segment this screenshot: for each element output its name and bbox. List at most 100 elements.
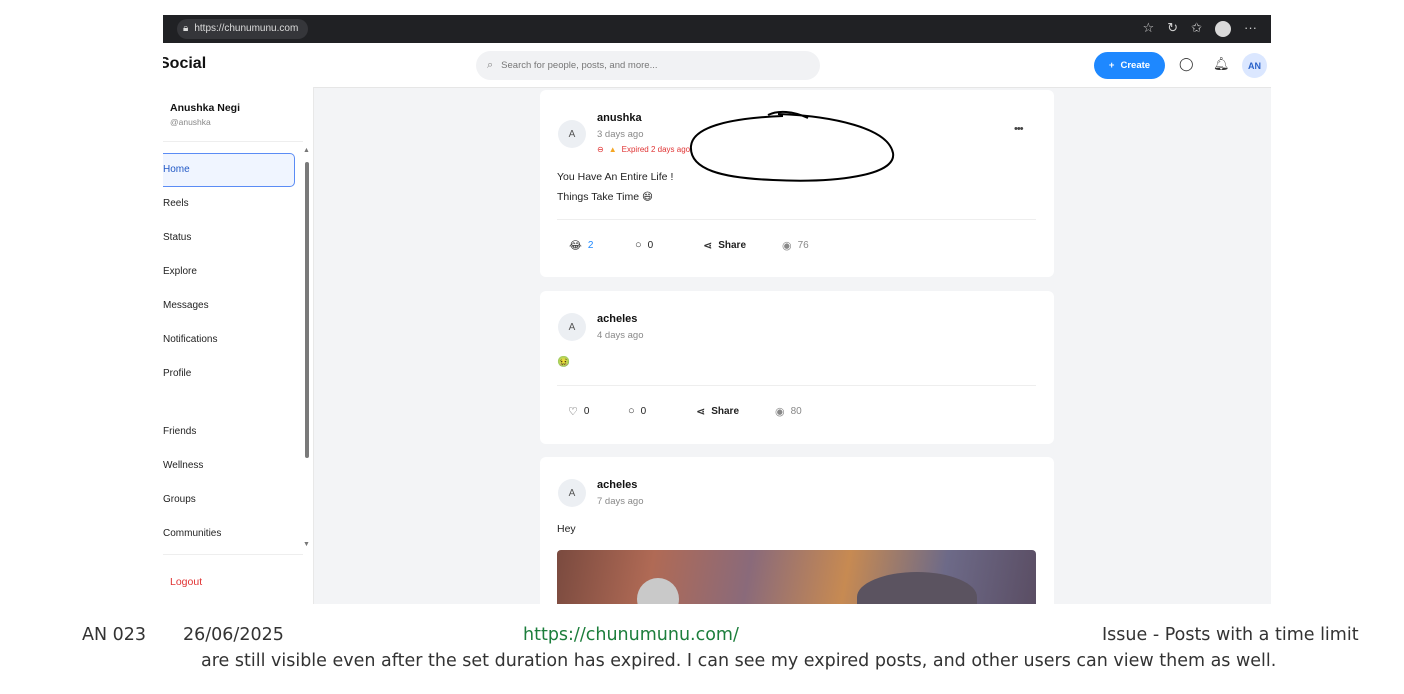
sidebar-item-label: Profile bbox=[163, 368, 192, 379]
reaction-count: 2 bbox=[587, 240, 594, 251]
share-label: Share bbox=[711, 406, 740, 417]
scroll-up-icon[interactable]: ▲ bbox=[303, 147, 310, 154]
post-time: 3 days ago bbox=[597, 129, 644, 140]
view-count: ◉ 76 bbox=[782, 239, 809, 252]
post-author[interactable]: acheles bbox=[597, 313, 637, 325]
post-text: Things Take Time 😄 bbox=[557, 191, 653, 203]
logout-button[interactable]: Logout bbox=[170, 576, 202, 588]
more-options-icon[interactable]: ••• bbox=[1014, 123, 1024, 135]
address-bar[interactable]: 🔒︎ https://chunumunu.com bbox=[177, 19, 309, 39]
post-avatar[interactable]: A bbox=[558, 120, 586, 148]
sidebar-item-friends[interactable]: Friends bbox=[163, 416, 294, 448]
eye-icon: ◉ bbox=[775, 406, 785, 418]
search-input[interactable]: ⌕ Search for people, posts, and more... bbox=[476, 51, 820, 80]
sidebar-item-label: Notifications bbox=[163, 334, 218, 345]
plus-icon: + bbox=[1108, 60, 1115, 71]
search-placeholder: Search for people, posts, and more... bbox=[501, 60, 658, 71]
sidebar-item-explore[interactable]: Explore bbox=[163, 256, 294, 288]
divider bbox=[557, 219, 1036, 220]
comment-icon: ○ bbox=[628, 405, 635, 417]
sidebar-item-status[interactable]: Status bbox=[163, 222, 294, 254]
sidebar-item-communities[interactable]: Communities bbox=[163, 518, 294, 550]
message-icon[interactable]: ◯ bbox=[1179, 56, 1194, 72]
comment-button[interactable]: ○ 0 bbox=[635, 239, 653, 251]
post-avatar[interactable]: A bbox=[558, 313, 586, 341]
sidebar-item-wellness[interactable]: Wellness bbox=[163, 450, 294, 482]
warning-icon: ▲ bbox=[608, 145, 617, 154]
screenshot-frame: 🔒︎ https://chunumunu.com ☆ ↻ ✩ ··· Socia… bbox=[163, 15, 1271, 604]
sidebar-item-messages[interactable]: Messages bbox=[163, 290, 294, 322]
sidebar-item-label: Messages bbox=[163, 300, 209, 311]
share-button[interactable]: ⋖ Share bbox=[696, 405, 739, 418]
issue-date: 26/06/2025 bbox=[183, 625, 284, 645]
comment-button[interactable]: ○ 0 bbox=[628, 405, 646, 417]
post-card: A acheles 7 days ago Hey bbox=[540, 457, 1054, 604]
favorites-icon[interactable]: ✩ bbox=[1191, 20, 1202, 37]
divider bbox=[163, 141, 303, 142]
create-button[interactable]: + Create bbox=[1094, 52, 1165, 79]
sidebar-item-label: Groups bbox=[163, 494, 196, 505]
more-icon[interactable]: ··· bbox=[1244, 20, 1257, 37]
avatar[interactable]: AN bbox=[1242, 53, 1267, 78]
post-card: A acheles 4 days ago 🤢 ♡ 0 ○ 0 ⋖ Share ◉… bbox=[540, 291, 1054, 444]
issue-title: Issue - Posts with a time limit bbox=[1102, 625, 1359, 645]
view-count-value: 76 bbox=[797, 240, 809, 251]
bell-icon[interactable]: 🔔︎ bbox=[1213, 56, 1230, 72]
sidebar-item-label: Explore bbox=[163, 266, 197, 277]
divider bbox=[163, 554, 303, 555]
sidebar-item-home[interactable]: Home bbox=[163, 153, 295, 187]
sidebar-item-reels[interactable]: Reels bbox=[163, 188, 294, 220]
clock-icon: ⊖ bbox=[597, 145, 604, 154]
planet-shape bbox=[637, 578, 679, 604]
scrollbar-thumb[interactable] bbox=[305, 162, 309, 458]
post-author[interactable]: acheles bbox=[597, 479, 637, 491]
post-avatar[interactable]: A bbox=[558, 479, 586, 507]
app-logo[interactable]: Social bbox=[163, 55, 206, 73]
post-time: 4 days ago bbox=[597, 330, 644, 341]
share-icon: ⋖ bbox=[703, 240, 713, 252]
share-button[interactable]: ⋖ Share bbox=[703, 239, 746, 252]
address-text: https://chunumunu.com bbox=[194, 23, 299, 34]
divider bbox=[557, 385, 1036, 386]
sidebar-item-profile[interactable]: Profile bbox=[163, 358, 294, 390]
sidebar-item-label: Reels bbox=[163, 198, 189, 209]
refresh-icon[interactable]: ↻ bbox=[1167, 20, 1178, 37]
like-button[interactable]: ♡ 0 bbox=[568, 405, 589, 418]
profile-icon[interactable] bbox=[1215, 21, 1231, 37]
emoji-reaction-icon: 😂 bbox=[569, 240, 582, 252]
share-label: Share bbox=[718, 240, 747, 251]
heart-icon: ♡ bbox=[568, 406, 578, 418]
view-count: ◉ 80 bbox=[775, 405, 802, 418]
reaction-button[interactable]: 😂 2 bbox=[569, 239, 593, 252]
post-text: 🤢 bbox=[557, 356, 571, 368]
create-label: Create bbox=[1120, 60, 1151, 71]
post-time: 7 days ago bbox=[597, 496, 644, 507]
user-name[interactable]: Anushka Negi bbox=[170, 102, 240, 114]
expired-label: Expired 2 days ago bbox=[621, 145, 691, 154]
user-handle: @anushka bbox=[170, 117, 211, 127]
sidebar-item-label: Home bbox=[163, 164, 190, 175]
sidebar-item-label: Communities bbox=[163, 528, 222, 539]
issue-link[interactable]: https://chunumunu.com/ bbox=[523, 625, 739, 645]
post-image[interactable] bbox=[557, 550, 1036, 604]
sidebar-item-label: Friends bbox=[163, 426, 197, 437]
eye-icon: ◉ bbox=[782, 240, 792, 252]
like-count: 0 bbox=[583, 406, 590, 417]
search-icon: ⌕ bbox=[487, 59, 494, 71]
star-icon[interactable]: ☆ bbox=[1143, 20, 1155, 37]
comment-count: 0 bbox=[640, 405, 647, 417]
comment-icon: ○ bbox=[635, 239, 642, 251]
post-author[interactable]: anushka bbox=[597, 112, 642, 124]
sidebar-item-notifications[interactable]: Notifications bbox=[163, 324, 294, 356]
scroll-down-icon[interactable]: ▼ bbox=[303, 541, 310, 548]
sidebar-item-groups[interactable]: Groups bbox=[163, 484, 294, 516]
share-icon: ⋖ bbox=[696, 406, 706, 418]
sidebar-item-label: Wellness bbox=[163, 460, 204, 471]
sidebar: Anushka Negi @anushka Home Reels Status … bbox=[163, 87, 314, 604]
comment-count: 0 bbox=[647, 239, 654, 251]
expired-badge: ⊖ ▲ Expired 2 days ago bbox=[597, 145, 690, 154]
post-text: You Have An Entire Life ! bbox=[557, 171, 674, 183]
sidebar-item-label: Status bbox=[163, 232, 192, 243]
app-header: Social ⌕ Search for people, posts, and m… bbox=[163, 43, 1271, 88]
spaceship-shape bbox=[857, 572, 977, 604]
